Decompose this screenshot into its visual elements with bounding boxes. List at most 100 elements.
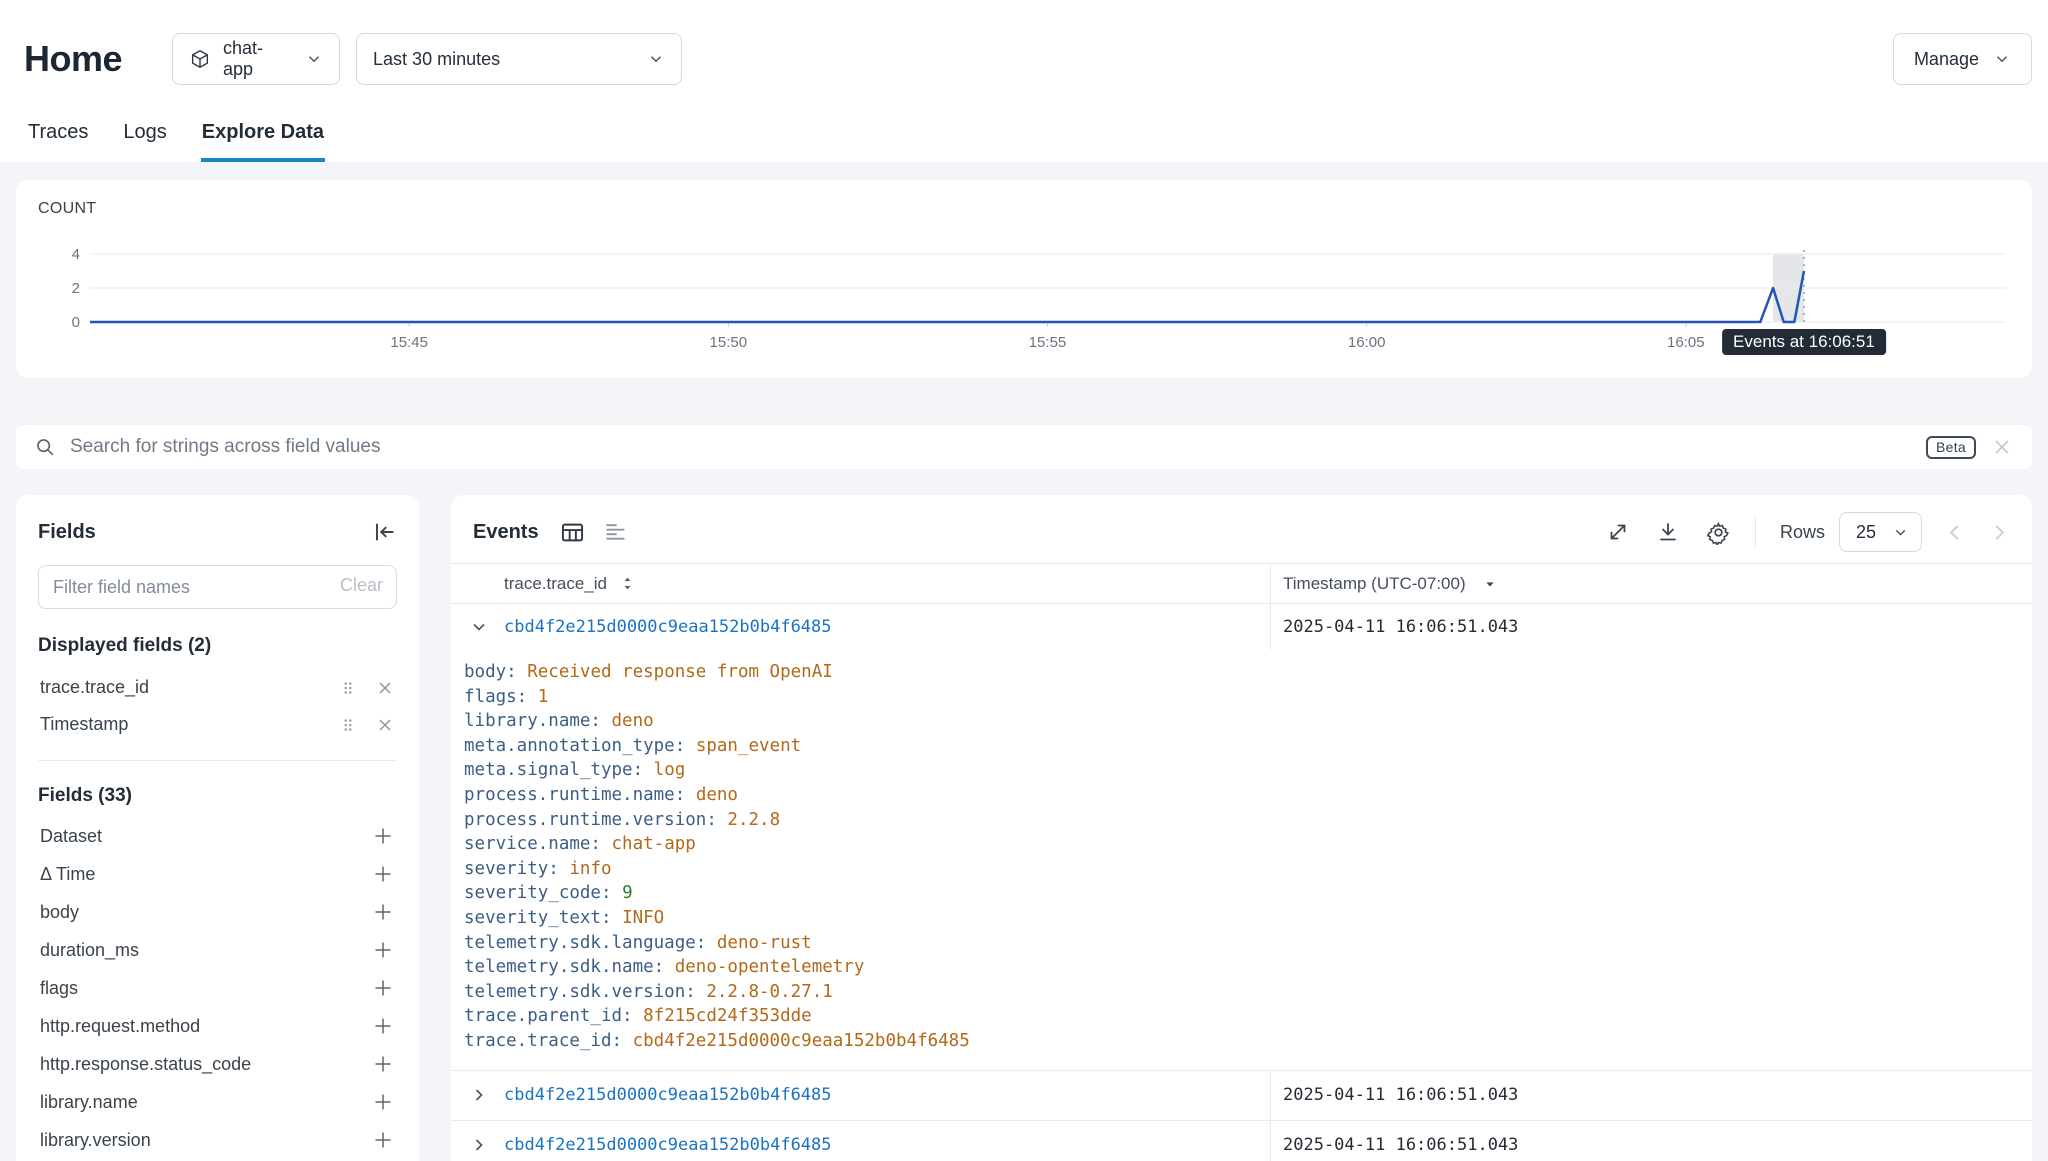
- add-field-icon[interactable]: [371, 1090, 395, 1114]
- field-label: library.name: [40, 1092, 138, 1113]
- manage-button[interactable]: Manage: [1893, 33, 2032, 85]
- event-detail: body: Received response from OpenAIflags…: [451, 650, 2032, 1070]
- column-header-timestamp[interactable]: Timestamp (UTC-07:00): [1283, 574, 1466, 594]
- detail-value: deno: [612, 711, 654, 731]
- remove-field-icon[interactable]: [375, 715, 395, 735]
- add-field-icon[interactable]: [371, 900, 395, 924]
- svg-text:2: 2: [72, 280, 80, 297]
- field-label: trace.trace_id: [40, 677, 149, 698]
- detail-value: deno-rust: [717, 933, 812, 953]
- dataset-dropdown[interactable]: chat-app: [172, 33, 340, 85]
- svg-text:15:45: 15:45: [390, 334, 428, 351]
- events-table-body: cbd4f2e215d0000c9eaa152b0b4f64852025-04-…: [451, 604, 2032, 1161]
- add-field-icon[interactable]: [371, 1052, 395, 1076]
- add-field-icon[interactable]: [371, 1128, 395, 1152]
- add-field-icon[interactable]: [371, 862, 395, 886]
- add-field-icon[interactable]: [371, 976, 395, 1000]
- add-field-icon[interactable]: [371, 824, 395, 848]
- trace-id-link[interactable]: cbd4f2e215d0000c9eaa152b0b4f6485: [504, 1085, 832, 1105]
- detail-key: body:: [464, 662, 517, 682]
- detail-key: process.runtime.name:: [464, 785, 685, 805]
- trace-id-link[interactable]: cbd4f2e215d0000c9eaa152b0b4f6485: [504, 617, 832, 637]
- detail-value: cbd4f2e215d0000c9eaa152b0b4f6485: [633, 1031, 970, 1051]
- field-row: Dataset: [38, 817, 397, 855]
- rows-per-page-value: 25: [1856, 522, 1876, 543]
- download-icon[interactable]: [1656, 520, 1680, 544]
- svg-text:16:05: 16:05: [1667, 334, 1705, 351]
- detail-key: meta.annotation_type:: [464, 736, 685, 756]
- add-field-icon[interactable]: [371, 1014, 395, 1038]
- count-line-chart[interactable]: 02415:4515:5015:5516:0016:05Events at 16…: [38, 232, 2010, 372]
- page-title: Home: [24, 38, 122, 80]
- collapse-panel-icon[interactable]: [371, 519, 397, 545]
- add-field-icon[interactable]: [371, 938, 395, 962]
- collapse-row-icon[interactable]: [469, 617, 489, 637]
- filter-clear-button[interactable]: Clear: [340, 575, 383, 596]
- remove-field-icon[interactable]: [375, 678, 395, 698]
- events-table-header: trace.trace_id Timestamp (UTC-07:00): [451, 564, 2032, 604]
- detail-key: process.runtime.version:: [464, 810, 717, 830]
- search-icon: [34, 436, 56, 458]
- trace-id-link[interactable]: cbd4f2e215d0000c9eaa152b0b4f6485: [504, 1135, 832, 1155]
- svg-text:0: 0: [72, 314, 80, 331]
- divider: [1755, 516, 1756, 548]
- all-fields-header: Fields (33): [38, 785, 397, 809]
- table-view-icon[interactable]: [559, 519, 586, 546]
- rows-per-page-select[interactable]: 25: [1839, 512, 1922, 552]
- app-header: Home chat-app Last 30 minutes Manage: [0, 0, 2048, 96]
- tab-traces[interactable]: Traces: [27, 121, 89, 162]
- tab-logs[interactable]: Logs: [122, 121, 167, 162]
- detail-line: body: Received response from OpenAI: [464, 660, 2032, 685]
- detail-key: telemetry.sdk.language:: [464, 933, 706, 953]
- table-row: cbd4f2e215d0000c9eaa152b0b4f64852025-04-…: [451, 1120, 2032, 1161]
- svg-text:15:50: 15:50: [710, 334, 748, 351]
- field-row: library.name: [38, 1083, 397, 1121]
- detail-line: process.runtime.name: deno: [464, 783, 2032, 808]
- expand-icon[interactable]: [1606, 520, 1630, 544]
- time-range-label: Last 30 minutes: [373, 49, 500, 70]
- field-row: library.version: [38, 1121, 397, 1159]
- tab-explore-data[interactable]: Explore Data: [201, 121, 325, 162]
- column-header-trace-id[interactable]: trace.trace_id: [504, 574, 607, 594]
- drag-handle-icon[interactable]: [339, 679, 357, 697]
- field-label: http.response.status_code: [40, 1054, 251, 1075]
- events-table: trace.trace_id Timestamp (UTC-07:00) cbd…: [451, 563, 2032, 1161]
- field-row: http.request.method: [38, 1007, 397, 1045]
- field-row: Δ Time: [38, 855, 397, 893]
- detail-value: info: [569, 859, 611, 879]
- detail-line: severity: info: [464, 857, 2032, 882]
- sort-icon[interactable]: [619, 575, 636, 592]
- field-row: body: [38, 893, 397, 931]
- search-close-icon[interactable]: [1990, 435, 2014, 459]
- expand-row-icon[interactable]: [469, 1135, 489, 1155]
- detail-line: severity_code: 9: [464, 881, 2032, 906]
- field-label: body: [40, 902, 79, 923]
- search-input[interactable]: [70, 436, 1912, 458]
- detail-line: severity_text: INFO: [464, 906, 2032, 931]
- expand-row-icon[interactable]: [469, 1085, 489, 1105]
- detail-key: service.name:: [464, 834, 601, 854]
- list-view-icon[interactable]: [602, 519, 629, 546]
- detail-key: library.name:: [464, 711, 601, 731]
- rows-per-page-label: Rows: [1780, 522, 1825, 543]
- sort-desc-icon[interactable]: [1482, 576, 1498, 592]
- drag-handle-icon[interactable]: [339, 716, 357, 734]
- chevron-down-icon: [305, 50, 323, 68]
- field-label: flags: [40, 978, 78, 999]
- prev-page-button[interactable]: [1944, 521, 1967, 544]
- settings-gear-icon[interactable]: [1706, 520, 1731, 545]
- field-label: Δ Time: [40, 864, 95, 885]
- chevron-down-icon: [647, 50, 665, 68]
- field-row: flags: [38, 969, 397, 1007]
- detail-value: chat-app: [612, 834, 696, 854]
- svg-text:16:00: 16:00: [1348, 334, 1386, 351]
- dataset-cube-icon: [189, 48, 211, 70]
- time-range-dropdown[interactable]: Last 30 minutes: [356, 33, 682, 85]
- detail-value: deno: [696, 785, 738, 805]
- detail-line: flags: 1: [464, 685, 2032, 710]
- tab-bar: Traces Logs Explore Data: [0, 96, 2048, 162]
- detail-line: telemetry.sdk.name: deno-opentelemetry: [464, 955, 2032, 980]
- detail-line: trace.parent_id: 8f215cd24f353dde: [464, 1004, 2032, 1029]
- next-page-button[interactable]: [1987, 521, 2010, 544]
- fields-panel: Fields Clear Displayed fields (2) trace.…: [16, 495, 419, 1161]
